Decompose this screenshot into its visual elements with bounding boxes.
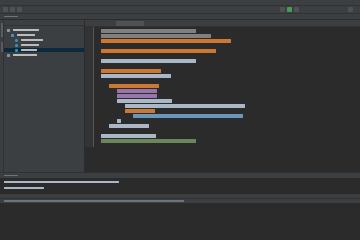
code-line <box>101 39 231 43</box>
tree-item-external-libraries[interactable] <box>7 53 82 57</box>
code-comment <box>101 29 196 33</box>
code-line <box>125 109 155 113</box>
tree-item-src[interactable] <box>11 33 82 37</box>
editor-tabs <box>85 20 360 27</box>
folder-icon <box>11 33 14 37</box>
folder-icon <box>7 28 10 32</box>
tree-item-project-root[interactable] <box>7 28 82 32</box>
code-line <box>125 104 245 108</box>
code-line <box>101 69 161 73</box>
project-panel <box>4 20 85 172</box>
code-line <box>109 124 149 128</box>
code-line <box>101 74 171 78</box>
tab-file-active[interactable] <box>116 21 144 26</box>
project-panel-header <box>4 20 84 26</box>
status-bar <box>0 198 360 203</box>
code-editor[interactable] <box>95 27 360 147</box>
search-icon[interactable] <box>348 7 353 12</box>
code-line <box>109 84 159 88</box>
open-folder-icon[interactable] <box>3 7 8 12</box>
build-icon[interactable] <box>280 7 285 12</box>
code-comment <box>101 34 211 38</box>
java-class-icon <box>15 43 18 47</box>
run-console[interactable] <box>0 178 360 194</box>
code-line <box>117 89 157 93</box>
debug-icon[interactable] <box>294 7 299 12</box>
structure-tool-tab[interactable] <box>0 42 3 52</box>
console-line <box>4 181 119 183</box>
tree-item-class[interactable] <box>15 43 82 47</box>
library-icon <box>7 53 10 57</box>
tab-file[interactable] <box>144 21 172 26</box>
tree-item-selected[interactable] <box>4 48 84 52</box>
status-message <box>4 200 184 202</box>
code-line <box>101 139 196 143</box>
code-line <box>101 49 216 53</box>
project-tool-tab[interactable] <box>0 23 3 37</box>
code-line <box>133 114 243 118</box>
code-line <box>101 59 196 63</box>
tab-file[interactable] <box>88 21 116 26</box>
tree-item-class[interactable] <box>15 38 82 42</box>
editor-gutter <box>85 27 94 147</box>
code-line <box>117 94 157 98</box>
breadcrumb[interactable] <box>4 15 18 17</box>
run-icon[interactable] <box>287 7 292 12</box>
console-line <box>4 187 44 189</box>
code-line <box>101 134 156 138</box>
java-class-icon <box>15 48 18 52</box>
code-line <box>117 119 121 123</box>
code-line <box>117 99 172 103</box>
java-class-icon <box>15 38 18 42</box>
sync-icon[interactable] <box>17 7 22 12</box>
toolbar <box>0 6 360 14</box>
save-icon[interactable] <box>10 7 15 12</box>
